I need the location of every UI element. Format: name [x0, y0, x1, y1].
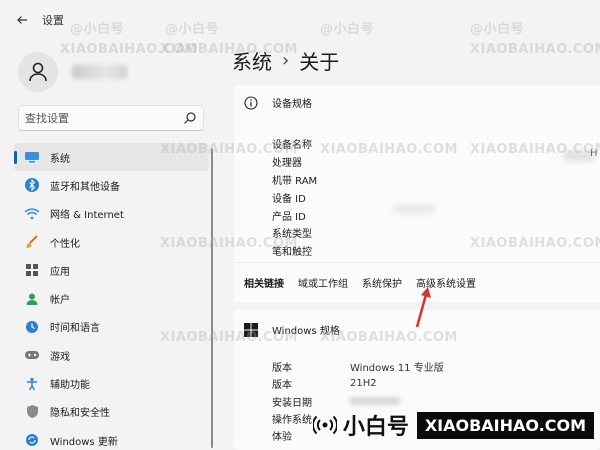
link-advanced-system-settings[interactable]: 高级系统设置: [416, 275, 476, 290]
broadcast-icon: [312, 415, 337, 435]
sidebar-item-accounts[interactable]: 帐户: [14, 284, 209, 312]
sidebar-item-label: 隐私和安全性: [50, 408, 110, 420]
windows-logo-icon: [244, 322, 258, 337]
brush-icon: [24, 234, 40, 250]
search-input[interactable]: 查找设置: [18, 105, 204, 131]
spec-value: 21H2: [350, 378, 377, 390]
sidebar-item-bluetooth[interactable]: 蓝牙和其他设备: [14, 171, 209, 199]
related-links-bar: 相关链接 域或工作组 系统保护 高级系统设置: [234, 262, 600, 302]
apps-icon: [24, 262, 40, 278]
link-system-protection[interactable]: 系统保护: [362, 275, 402, 290]
shield-icon: [24, 404, 40, 420]
spec-label-product-id: 产品 ID: [272, 211, 306, 223]
sidebar: 查找设置 系统 蓝牙和其他设备 网络 & Internet 个性化 应用 帐户 …: [0, 40, 215, 450]
search-icon[interactable]: [183, 111, 197, 125]
windows-spec-header[interactable]: Windows 规格: [244, 322, 340, 337]
product-id-value-blurred: [394, 205, 434, 213]
spec-label-ram: 机带 RAM: [272, 175, 318, 187]
watermark-banner: 小白号 XIAOBAIHAO.COM: [300, 400, 600, 450]
spec-key: 版本: [272, 363, 292, 375]
search-placeholder: 查找设置: [25, 112, 69, 125]
spec-label-device-id: 设备 ID: [272, 193, 306, 205]
spec-label-device-name: 设备名称: [272, 140, 312, 152]
spec-value: Windows 11 专业版: [350, 363, 444, 375]
spec-label-system-type: 系统类型: [272, 229, 312, 241]
sidebar-item-label: Windows 更新: [50, 436, 118, 448]
sidebar-item-label: 网络 & Internet: [50, 210, 124, 222]
watermark-site: XIAOBAIHAO.COM: [416, 411, 594, 439]
device-spec-rows: 设备名称 处理器 机带 RAM 设备 ID 产品 ID 系统类型 笔和触控: [272, 135, 317, 260]
sidebar-item-time-language[interactable]: 时间和语言: [14, 313, 209, 341]
accessibility-icon: [24, 376, 40, 392]
info-icon: [244, 95, 258, 110]
windows-spec-row: 版本 21H2: [272, 375, 444, 392]
windows-spec-title: Windows 规格: [272, 326, 340, 337]
main-content: 系统 › 关于 设备规格 设备名称 处理器 机带 RAM 设备 ID 产品 ID…: [215, 40, 600, 450]
settings-window: 设置 查找设置 系统 蓝牙和其他设备 网络 & Internet 个性化 应用 …: [0, 0, 600, 450]
sidebar-item-label: 蓝牙和其他设备: [50, 181, 120, 193]
back-button[interactable]: [8, 6, 36, 34]
spec-label-processor: 处理器: [272, 158, 302, 170]
sidebar-item-personalization[interactable]: 个性化: [14, 228, 209, 256]
back-arrow-icon: [17, 16, 27, 24]
profile[interactable]: [18, 52, 127, 92]
title-bar: 设置: [0, 0, 600, 40]
sidebar-item-windows-update[interactable]: Windows 更新: [14, 426, 209, 450]
clock-globe-icon: [24, 319, 40, 335]
sidebar-item-label: 系统: [50, 153, 70, 165]
user-icon: [29, 62, 47, 82]
sidebar-item-apps[interactable]: 应用: [14, 256, 209, 284]
update-icon: [24, 432, 40, 448]
sidebar-item-label: 辅助功能: [50, 380, 90, 392]
page-title: 关于: [299, 50, 340, 74]
app-title: 设置: [42, 14, 64, 27]
gamepad-icon: [24, 347, 40, 363]
chevron-right-icon: ›: [282, 50, 290, 71]
user-name-blurred: [72, 65, 127, 79]
sidebar-item-label: 时间和语言: [50, 323, 100, 335]
windows-spec-row: 版本 Windows 11 专业版: [272, 358, 444, 375]
breadcrumb-system[interactable]: 系统: [232, 46, 272, 75]
related-links-title: 相关链接: [244, 279, 284, 290]
sidebar-item-privacy[interactable]: 隐私和安全性: [14, 398, 209, 426]
sidebar-item-label: 游戏: [50, 351, 70, 363]
watermark-logo-text: 小白号: [342, 415, 409, 440]
device-spec-header[interactable]: 设备规格: [244, 95, 312, 110]
sidebar-item-accessibility[interactable]: 辅助功能: [14, 369, 209, 397]
sidebar-nav: 系统 蓝牙和其他设备 网络 & Internet 个性化 应用 帐户 时间和语言…: [14, 143, 209, 450]
breadcrumb: 系统 › 关于: [232, 46, 339, 75]
processor-value-partial: H: [590, 148, 598, 159]
link-domain-workgroup[interactable]: 域或工作组: [298, 275, 348, 290]
account-icon: [24, 291, 40, 307]
wifi-icon: [24, 206, 40, 222]
sidebar-item-label: 帐户: [50, 295, 70, 307]
sidebar-scrollbar[interactable]: [211, 148, 213, 448]
sidebar-item-system[interactable]: 系统: [14, 143, 209, 172]
device-spec-title: 设备规格: [272, 99, 312, 110]
sidebar-item-gaming[interactable]: 游戏: [14, 341, 209, 369]
avatar[interactable]: [18, 52, 58, 92]
sidebar-item-label: 应用: [50, 266, 70, 278]
spec-key: 版本: [272, 380, 292, 392]
spec-label-pen-touch: 笔和触控: [272, 247, 312, 259]
sidebar-item-network[interactable]: 网络 & Internet: [14, 200, 209, 228]
sidebar-item-label: 个性化: [50, 238, 80, 250]
bluetooth-icon: [24, 177, 40, 193]
monitor-icon: [24, 149, 40, 165]
